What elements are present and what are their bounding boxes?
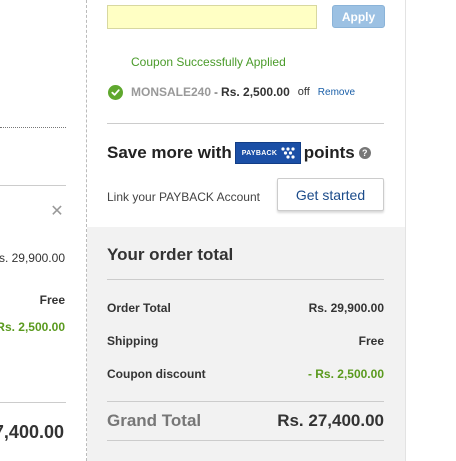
coupon-off-label: off xyxy=(297,86,310,98)
item-total: 7,400.00 xyxy=(0,422,64,442)
get-started-button[interactable]: Get started xyxy=(277,178,384,211)
item-price: s. 29,900.00 xyxy=(0,251,65,265)
order-row-coupon-discount: Coupon discount - Rs. 2,500.00 xyxy=(107,367,384,383)
coupon-code-input[interactable] xyxy=(107,5,317,29)
payback-logo: PAYBACK xyxy=(234,142,301,164)
apply-coupon-button[interactable]: Apply xyxy=(332,5,385,28)
divider xyxy=(107,401,384,402)
divider xyxy=(107,440,384,441)
link-payback-label: Link your PAYBACK Account xyxy=(107,190,260,204)
order-total-title: Your order total xyxy=(107,245,234,264)
close-icon[interactable]: ✕ xyxy=(50,204,64,220)
coupon-amount: Rs. 2,500.00 xyxy=(221,85,290,99)
remove-coupon-link[interactable]: Remove xyxy=(318,87,355,98)
divider xyxy=(0,185,66,186)
divider xyxy=(107,279,384,280)
coupon-success-message: Coupon Successfully Applied xyxy=(131,55,286,69)
payback-heading-suffix: points xyxy=(303,143,355,162)
divider xyxy=(107,123,384,124)
order-total-panel: Your order total Order Total Rs. 29,900.… xyxy=(87,227,405,461)
grand-total-label: Grand Total xyxy=(107,411,202,430)
applied-coupon: MONSALE240 - Rs. 2,500.00 off Remove xyxy=(108,84,355,100)
grand-total-row: Grand Total Rs. 27,400.00 xyxy=(107,411,384,433)
row-value: Rs. 29,900.00 xyxy=(308,301,384,315)
check-circle-icon xyxy=(108,84,123,100)
divider xyxy=(0,127,66,128)
row-label: Shipping xyxy=(107,334,159,348)
row-label: Order Total xyxy=(107,301,171,315)
payback-logo-text: PAYBACK xyxy=(241,149,278,157)
item-discount: Rs. 2,500.00 xyxy=(0,320,65,334)
row-value: - Rs. 2,500.00 xyxy=(307,367,384,381)
divider xyxy=(0,402,66,403)
checkout-page: ✕ s. 29,900.00 Free Rs. 2,500.00 7,400.0… xyxy=(0,0,456,461)
order-summary-column: Apply Coupon Successfully Applied MONSAL… xyxy=(87,0,406,461)
coupon-separator: - xyxy=(214,85,219,99)
coupon-code: MONSALE240 xyxy=(131,85,212,99)
grand-total-value: Rs. 27,400.00 xyxy=(277,411,384,430)
payback-heading-prefix: Save more with xyxy=(107,143,232,162)
payback-dots-icon xyxy=(281,147,295,159)
cart-item-panel: ✕ s. 29,900.00 Free Rs. 2,500.00 7,400.0… xyxy=(0,0,66,461)
help-icon[interactable]: ? xyxy=(358,147,371,159)
order-row-order-total: Order Total Rs. 29,900.00 xyxy=(107,301,384,317)
column-edge xyxy=(405,0,406,461)
item-shipping: Free xyxy=(39,293,65,307)
row-value: Free xyxy=(358,334,384,348)
payback-heading: Save more with PAYBACK points ? xyxy=(107,141,371,165)
order-row-shipping: Shipping Free xyxy=(107,334,384,350)
row-label: Coupon discount xyxy=(107,367,206,381)
